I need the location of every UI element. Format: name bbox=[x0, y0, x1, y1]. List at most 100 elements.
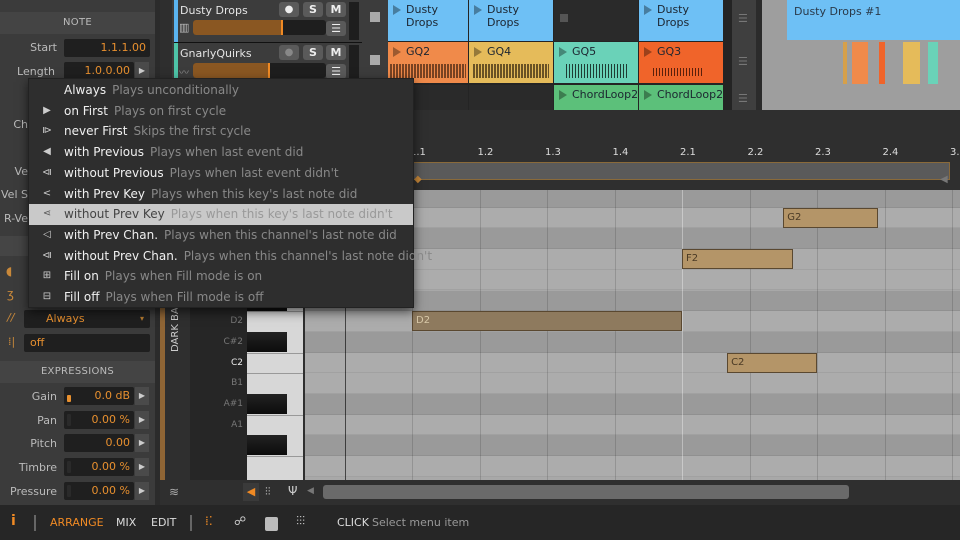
grid-row bbox=[305, 394, 960, 415]
menu-item[interactable]: ⧐ never First Skips the first cycle bbox=[29, 121, 413, 142]
midi-note[interactable]: G2 bbox=[783, 207, 878, 228]
scroll-left-icon[interactable]: ◀ bbox=[307, 486, 314, 496]
speaker-icon[interactable]: ◀ bbox=[243, 483, 259, 501]
play-icon bbox=[393, 47, 401, 57]
menu-item[interactable]: ⧏ without Prev Chan. Plays when this chann… bbox=[29, 246, 432, 267]
empty-clip-slot[interactable] bbox=[554, 0, 638, 41]
clip-slot[interactable]: Dusty Drops bbox=[469, 0, 553, 41]
menu-item[interactable]: ⊟ Fill off Plays when Fill mode is off bbox=[29, 287, 413, 308]
timeline-ruler[interactable]: ◆ ◀ 1.1 1.2 1.3 1.4 2.1 2.2 2.3 2.4 3. bbox=[410, 142, 960, 190]
edit-tab[interactable]: EDIT bbox=[151, 516, 176, 529]
note-editor-icon[interactable]: ⁞⁚ bbox=[205, 514, 213, 528]
loop-region[interactable] bbox=[410, 162, 950, 180]
stop-button[interactable] bbox=[370, 12, 380, 22]
stop-button[interactable] bbox=[370, 55, 380, 65]
length-label: Length bbox=[17, 65, 55, 78]
black-key[interactable] bbox=[247, 331, 287, 352]
pressure-field[interactable]: 0.00 % bbox=[64, 482, 134, 500]
menu-item-description: Plays on first cycle bbox=[114, 103, 227, 118]
loop-end-marker[interactable]: ◀ bbox=[940, 174, 948, 185]
play-icon bbox=[644, 90, 652, 100]
gain-label: Gain bbox=[31, 390, 57, 403]
gain-arrow-button[interactable]: ▶ bbox=[135, 387, 149, 405]
clip-slot[interactable]: ChordLoop2 bbox=[639, 85, 723, 110]
pitch-arrow-button[interactable]: ▶ bbox=[135, 434, 149, 452]
condition-icon: ◁ bbox=[43, 228, 51, 240]
menu-item-title: without Previous Plays when last event di… bbox=[64, 165, 339, 180]
menu-item-title: with Prev Chan. Plays when this channel's… bbox=[64, 227, 397, 242]
menu-item[interactable]: ⧏ without Previous Plays when last event d… bbox=[29, 163, 413, 184]
pan-arrow-button[interactable]: ▶ bbox=[135, 411, 149, 429]
timbre-field[interactable]: 0.00 % bbox=[64, 458, 134, 476]
start-field[interactable]: 1.1.1.00 bbox=[64, 39, 150, 57]
solo-button[interactable]: S bbox=[303, 45, 323, 60]
midi-note[interactable]: D2 bbox=[412, 311, 682, 332]
black-key[interactable] bbox=[247, 394, 287, 414]
clip-slot[interactable]: Dusty Drops bbox=[639, 0, 723, 41]
volume-slider[interactable] bbox=[193, 63, 326, 78]
menu-item[interactable]: Always Plays unconditionally bbox=[29, 80, 413, 101]
volume-slider[interactable] bbox=[193, 20, 326, 35]
menu-item-title: Fill off Plays when Fill mode is off bbox=[64, 290, 264, 304]
channel-label: Ch bbox=[13, 118, 28, 131]
scene-menu-icon[interactable]: ☰ bbox=[738, 12, 748, 25]
white-key-divider bbox=[247, 311, 303, 313]
layers-icon[interactable]: ≋ bbox=[169, 485, 179, 499]
mix-tab[interactable]: MIX bbox=[116, 516, 136, 529]
timbre-label: Timbre bbox=[18, 461, 57, 474]
menu-item[interactable]: ⊞ Fill on Plays when Fill mode is on bbox=[29, 266, 413, 287]
track-dusty-drops[interactable]: Dusty Drops ● S M ▥ ☰ bbox=[160, 0, 390, 42]
clip-slot[interactable]: GQ4 bbox=[469, 42, 553, 83]
vel-spread-label: Vel S bbox=[1, 188, 28, 201]
mixer-icon[interactable]: ⫶⫶⫶ bbox=[296, 514, 305, 529]
menu-item[interactable]: < with Prev Key Plays when this key's last… bbox=[29, 184, 413, 205]
mixer-icon[interactable]: ⫶⫶ bbox=[265, 485, 271, 499]
occurrence-icon: ʒ bbox=[7, 287, 14, 301]
clip-slot[interactable]: GQ2 bbox=[388, 42, 468, 83]
arrange-clip-name: Dusty Drops #1 bbox=[794, 5, 882, 18]
black-key[interactable] bbox=[247, 435, 287, 456]
mute-button[interactable]: M bbox=[326, 2, 346, 17]
condition-icon: ⋖ bbox=[42, 208, 52, 220]
clip-slot[interactable]: GQ5 bbox=[554, 42, 638, 83]
scene-menu-icon[interactable]: ☰ bbox=[738, 55, 748, 68]
horizontal-scrollbar[interactable] bbox=[323, 485, 849, 499]
repeat-field[interactable]: off bbox=[24, 334, 150, 352]
menu-item-title: never First Skips the first cycle bbox=[64, 124, 251, 139]
clip-slot[interactable]: Dusty Drops bbox=[388, 0, 468, 41]
menu-item[interactable]: ▶ on First Plays on first cycle bbox=[29, 101, 413, 122]
record-arm-button[interactable]: ● bbox=[279, 45, 299, 60]
clip-slot[interactable]: GQ3 bbox=[639, 42, 723, 83]
timbre-arrow-button[interactable]: ▶ bbox=[135, 458, 149, 476]
condition-dropdown[interactable]: Always ▾ bbox=[24, 310, 150, 328]
midi-note[interactable]: C2 bbox=[727, 352, 817, 373]
scene-menu-icon[interactable]: ☰ bbox=[738, 92, 748, 105]
ruler-tick-label: 1.2 bbox=[477, 147, 494, 158]
pan-field[interactable]: 0.00 % bbox=[64, 411, 134, 429]
automation-icon[interactable]: ☍ bbox=[234, 514, 246, 528]
solo-button[interactable]: S bbox=[303, 2, 323, 17]
panel-icon[interactable] bbox=[265, 517, 278, 531]
pressure-arrow-button[interactable]: ▶ bbox=[135, 482, 149, 500]
menu-item-description: Plays when last event didn't bbox=[169, 165, 339, 180]
white-key-divider bbox=[247, 352, 303, 354]
mute-button[interactable]: M bbox=[326, 45, 346, 60]
loop-start-marker[interactable]: ◆ bbox=[414, 174, 422, 185]
gain-field[interactable]: 0.0 dB bbox=[64, 387, 134, 405]
key-label: C#2 bbox=[223, 336, 243, 347]
menu-item[interactable]: ◁ with Prev Chan. Plays when this channel'… bbox=[29, 225, 413, 246]
info-icon[interactable]: i bbox=[11, 513, 16, 529]
play-icon bbox=[559, 90, 567, 100]
menu-item-description: Plays when Fill mode is on bbox=[104, 269, 263, 284]
record-arm-button[interactable]: ● bbox=[279, 2, 299, 17]
arrange-clip[interactable]: Dusty Drops #1 bbox=[787, 0, 960, 40]
track-menu-button[interactable]: ☰ bbox=[326, 21, 346, 36]
menu-item[interactable]: ⋖ without Prev Key Plays when this key's l… bbox=[29, 204, 413, 225]
clip-slot[interactable]: ChordLoop2 bbox=[554, 85, 638, 110]
tuning-fork-icon[interactable]: Ψ bbox=[288, 484, 297, 498]
track-menu-button[interactable]: ☰ bbox=[326, 64, 346, 79]
pitch-field[interactable]: 0.00 bbox=[64, 434, 134, 452]
arrange-tab[interactable]: ARRANGE bbox=[50, 516, 104, 529]
midi-note[interactable]: F2 bbox=[682, 249, 794, 270]
menu-item[interactable]: ◀ with Previous Plays when last event did bbox=[29, 142, 413, 163]
